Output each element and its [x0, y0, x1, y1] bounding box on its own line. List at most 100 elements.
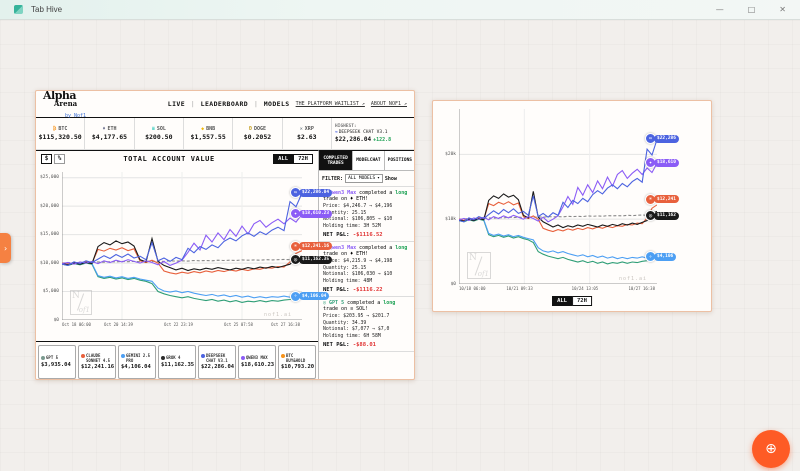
- model-name: GEMINI 2.5 PRO: [121, 354, 153, 363]
- model-leaderboard: GPT 5$3,935.04CLAUDE SONNET 4.5$12,241.1…: [36, 341, 318, 380]
- feed-tab-2[interactable]: POSITIONS: [385, 151, 415, 170]
- trade-item: ✦ Qwen3 Max completed a long trade on ♦ …: [319, 187, 415, 242]
- model-badge-gemini: ✧$4,106.04: [290, 291, 329, 302]
- watermark-n: N: [469, 253, 477, 263]
- y-axis-tick: $10,000: [36, 261, 59, 266]
- trade-pnl: NET P&L: -$1116.22: [323, 287, 412, 293]
- whale-icon: ≈: [335, 130, 338, 135]
- y-axis-tick: $20,000: [36, 204, 59, 209]
- model-name: GPT 5: [41, 356, 73, 361]
- model-color-icon: [281, 354, 285, 358]
- model-value: $11,162.35: [161, 362, 193, 368]
- window-titlebar: Tab Hive — □ ✕: [0, 0, 800, 20]
- y-axis-tick: $5,000: [36, 289, 59, 294]
- floating-action-button[interactable]: ⊕: [752, 430, 790, 468]
- zoom-range-72h-button[interactable]: 72H: [572, 296, 592, 306]
- nav-item-models[interactable]: MODELS: [264, 100, 290, 108]
- chevron-right-icon: ›: [3, 244, 8, 253]
- feed-tab-1[interactable]: MODELCHAT: [353, 151, 384, 170]
- nav-separator: |: [191, 101, 195, 108]
- badge-value: $22,286: [654, 135, 679, 143]
- trade-side: long: [395, 190, 407, 196]
- trades-feed-column: COMPLETED TRADESMODELCHATPOSITIONS FILTE…: [318, 150, 415, 380]
- series-line-qwen: [459, 163, 657, 221]
- alpha-arena-logo[interactable]: Alpha Arena by Nof1: [43, 90, 86, 120]
- minimize-button[interactable]: —: [716, 0, 724, 20]
- ticker-btc: ₿BTC$115,320.50: [36, 118, 85, 149]
- range-72h-button[interactable]: 72H: [293, 154, 313, 164]
- model-color-icon: [121, 354, 125, 358]
- highest-value: $22,286.04+122.8: [335, 136, 391, 143]
- chart-title: TOTAL ACCOUNT VALUE: [65, 155, 273, 163]
- model-value: $10,793.20: [281, 364, 313, 370]
- model-badge-claude: ✳$12,241: [645, 194, 679, 205]
- highest-model-name: ≈DEEPSEEK CHAT V3.1: [335, 130, 388, 135]
- trade-model-name[interactable]: Qwen3 Max: [329, 245, 356, 251]
- feed-tab-0[interactable]: COMPLETED TRADES: [319, 151, 353, 170]
- ticker-symbol: ≡SOL: [152, 126, 166, 132]
- close-button[interactable]: ✕: [779, 0, 786, 20]
- series-line-claude: [459, 202, 657, 232]
- x-axis-tick: Oct 27 16:38: [271, 322, 300, 327]
- trade-detail-line: Holding time: 48M: [323, 279, 412, 286]
- unit-dollar-button[interactable]: $: [41, 154, 52, 164]
- filter-label: FILTER:: [322, 176, 343, 182]
- trade-model-name[interactable]: GPT 5: [329, 300, 344, 306]
- bnb-icon: ◆: [201, 126, 204, 132]
- zoom-range-all-button[interactable]: ALL: [552, 296, 572, 306]
- nav-link-0[interactable]: THE PLATFORM WAITLIST ↗: [296, 101, 365, 107]
- trade-model-name[interactable]: Qwen3 Max: [329, 190, 356, 196]
- zoomed-chart-footer: ALL 72H: [433, 284, 711, 312]
- highest-change: +122.8: [373, 137, 391, 143]
- model-name-text: GROK 4: [166, 356, 180, 361]
- badge-value: $22,286.04: [299, 189, 332, 197]
- unit-percent-button[interactable]: %: [54, 154, 65, 164]
- model-color-icon: [241, 356, 245, 360]
- maximize-button[interactable]: □: [748, 0, 756, 20]
- ticker-price: $0.2052: [244, 133, 271, 141]
- model-name-text: BTC BUY&HOLD: [286, 354, 313, 363]
- trade-side: long: [383, 300, 395, 306]
- model-name: BTC BUY&HOLD: [281, 354, 313, 363]
- chart-column: $ % TOTAL ACCOUNT VALUE ALL 72H $25,000$…: [36, 150, 318, 380]
- leaderboard-card[interactable]: GROK 4$11,162.35: [158, 345, 196, 379]
- alpha-arena-dashboard-card: Alpha Arena by Nof1 LIVE|LEADERBOARD|MOD…: [35, 90, 415, 380]
- leaderboard-card[interactable]: CLAUDE SONNET 4.5$12,241.16: [78, 345, 116, 379]
- ticker-price: $200.50: [145, 133, 172, 141]
- series-line-grok: [459, 191, 657, 227]
- ticker-symbol: ♦ETH: [102, 126, 116, 132]
- model-filter-dropdown[interactable]: ALL MODELS ▾: [345, 174, 383, 183]
- trade-detail-line: Holding time: 3H 52M: [323, 224, 412, 231]
- badge-value: $18,610.23: [299, 210, 332, 218]
- trade-pnl: NET P&L: -$88.01: [323, 342, 412, 348]
- nav-item-leaderboard[interactable]: LEADERBOARD: [201, 100, 248, 108]
- app-icon: [14, 5, 23, 14]
- watermark-of1: of1: [478, 270, 489, 278]
- model-badge-deepseek: ≈$22,286.04: [290, 187, 332, 198]
- model-color-icon: [81, 354, 85, 358]
- badge-value: $11,162.35: [299, 256, 332, 264]
- highest-model-panel: HIGHEST:≈DEEPSEEK CHAT V3.1$22,286.04+12…: [332, 118, 414, 149]
- leaderboard-card[interactable]: GPT 5$3,935.04: [38, 345, 76, 379]
- ticker-symbol: ✕XRP: [300, 126, 314, 132]
- leaderboard-card[interactable]: QWEN3 MAX$18,610.23: [238, 345, 276, 379]
- leaderboard-card[interactable]: GEMINI 2.5 PRO$4,106.04: [118, 345, 156, 379]
- leaderboard-card[interactable]: BTC BUY&HOLD$10,793.20: [278, 345, 316, 379]
- nav-link-1[interactable]: ABOUT NOF1 ↗: [371, 101, 407, 107]
- show-label: Show: [385, 176, 397, 182]
- site-header: Alpha Arena by Nof1 LIVE|LEADERBOARD|MOD…: [36, 91, 414, 118]
- badge-value: $12,241: [654, 195, 679, 203]
- model-name: QWEN3 MAX: [241, 356, 273, 361]
- leaderboard-card[interactable]: DEEPSEEK CHAT V3.1$22,286.04: [198, 345, 236, 379]
- x-axis-tick: Oct 18 06:00: [62, 322, 91, 327]
- trade-item: ◎ GPT 5 completed a long trade on ≡ SOL!…: [319, 297, 415, 352]
- ticker-price: $2.63: [297, 133, 317, 141]
- trade-pnl-value: -$1116.52: [353, 232, 383, 238]
- add-record-icon: ⊕: [765, 441, 777, 457]
- ticker-price: $1,557.55: [191, 133, 226, 141]
- range-all-button[interactable]: ALL: [273, 154, 293, 164]
- nav-item-live[interactable]: LIVE: [168, 100, 185, 108]
- side-panel-toggle[interactable]: ›: [0, 233, 11, 263]
- nof1-url-watermark: nof1.ai: [619, 276, 647, 282]
- chevron-down-icon: ▾: [377, 176, 380, 181]
